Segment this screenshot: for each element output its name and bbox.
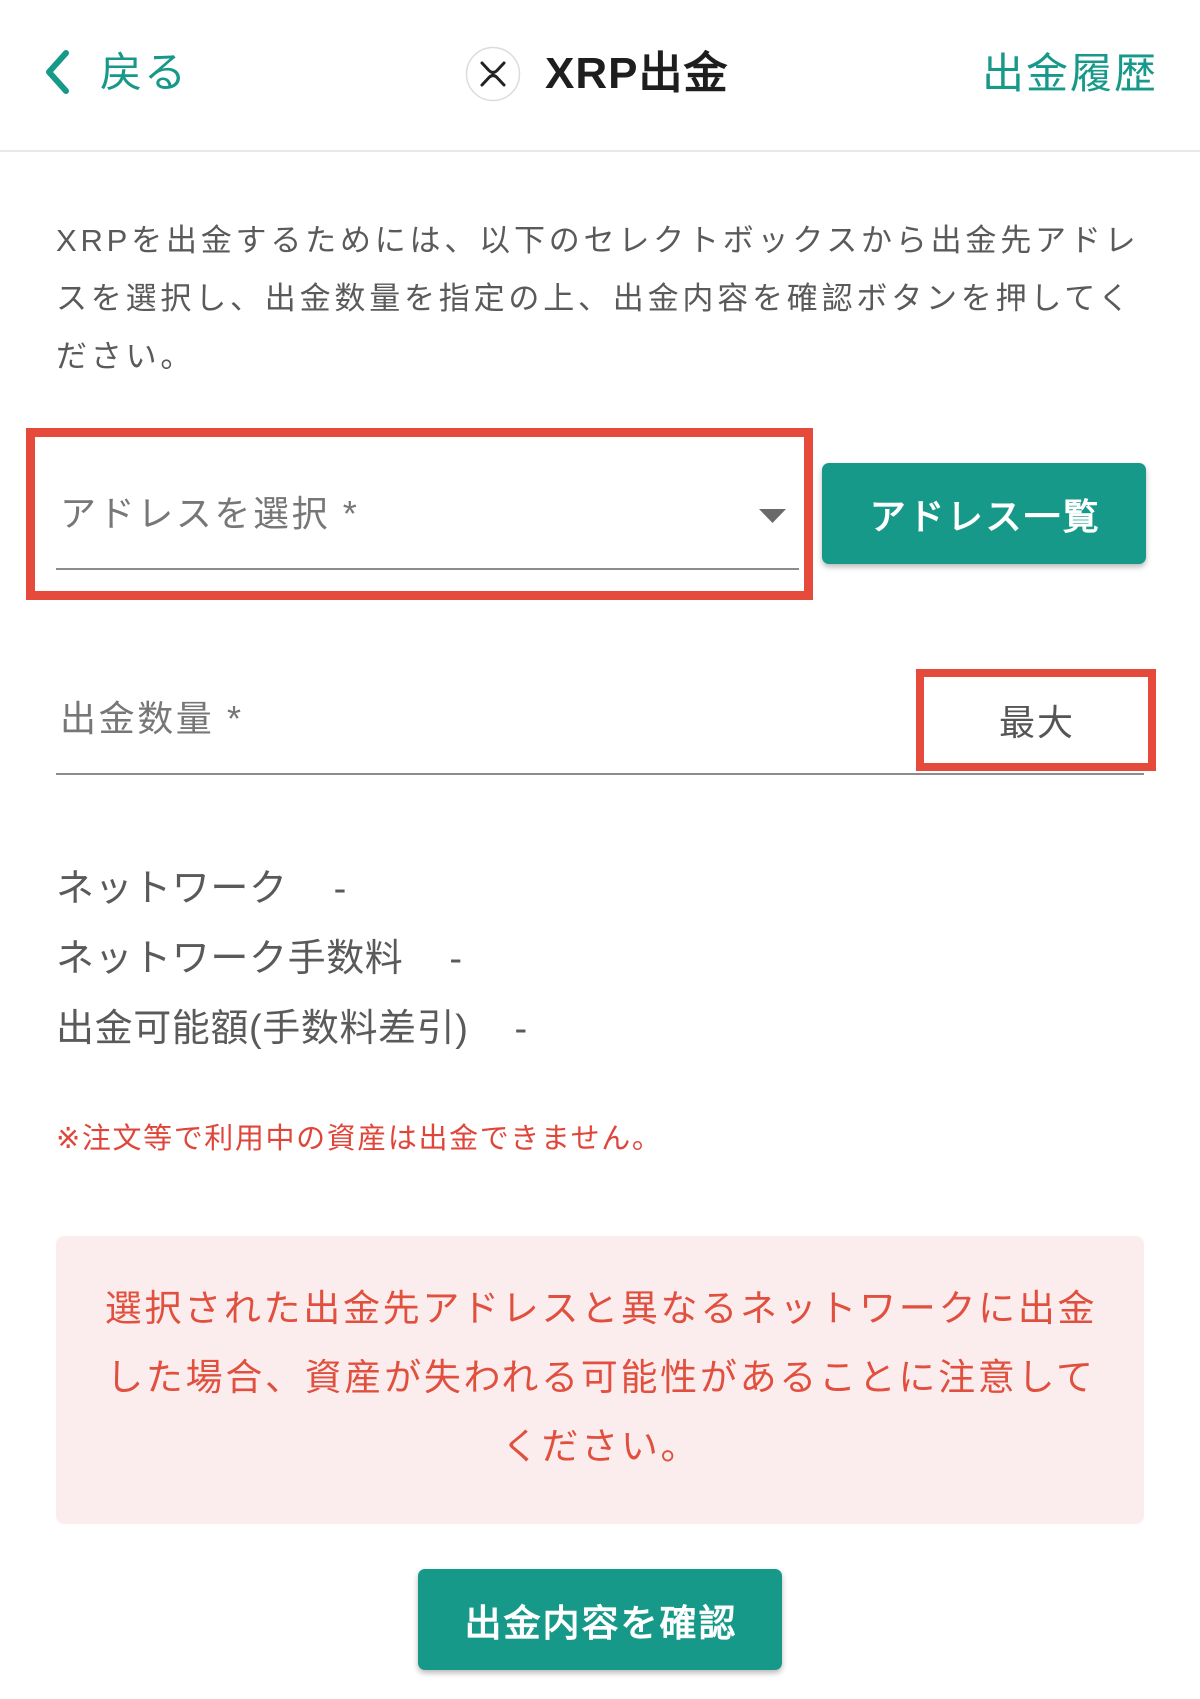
withdrawal-details: ネットワーク - ネットワーク手数料 - 出金可能額(手数料差引) - bbox=[56, 854, 1144, 1064]
address-select[interactable]: アドレスを選択 * bbox=[56, 478, 799, 570]
detail-label: ネットワーク手数料 bbox=[56, 938, 404, 980]
detail-label: 出金可能額(手数料差引) bbox=[56, 1008, 469, 1050]
intro-text: XRPを出金するためには、以下のセレクトボックスから出金先アドレスを選択し、出金… bbox=[56, 223, 1140, 374]
xrp-icon bbox=[465, 46, 521, 102]
detail-label: ネットワーク bbox=[56, 868, 288, 910]
detail-value: - bbox=[449, 938, 463, 980]
header-bar: 戻る XRP出金 出金履歴 bbox=[0, 0, 1200, 152]
detail-row-available-amount: 出金可能額(手数料差引) - bbox=[56, 994, 1144, 1064]
back-label: 戻る bbox=[100, 49, 189, 96]
detail-value: - bbox=[333, 868, 347, 910]
amount-field-placeholder: 出金数量 * bbox=[60, 698, 244, 739]
network-warning-box: 選択された出金先アドレスと異なるネットワークに出金した場合、資産が失われる可能性… bbox=[56, 1236, 1144, 1524]
network-warning-text: 選択された出金先アドレスと異なるネットワークに出金した場合、資産が失われる可能性… bbox=[104, 1288, 1098, 1467]
address-select-placeholder: アドレスを選択 * bbox=[60, 493, 360, 534]
page-title: XRP出金 bbox=[545, 49, 729, 98]
detail-row-network: ネットワーク - bbox=[56, 854, 1144, 924]
caret-down-icon bbox=[759, 509, 786, 523]
detail-row-network-fee: ネットワーク手数料 - bbox=[56, 924, 1144, 994]
address-list-button[interactable]: アドレス一覧 bbox=[822, 463, 1146, 564]
detail-value: - bbox=[514, 1008, 528, 1050]
back-button[interactable]: 戻る bbox=[36, 40, 206, 108]
confirm-withdrawal-button[interactable]: 出金内容を確認 bbox=[418, 1569, 782, 1670]
max-button[interactable]: 最大 bbox=[924, 677, 1148, 763]
withdrawal-history-link[interactable]: 出金履歴 bbox=[982, 44, 1158, 104]
chevron-left-icon bbox=[46, 50, 69, 94]
in-use-assets-notice: ※注文等で利用中の資産は出金できません。 bbox=[56, 1123, 663, 1155]
highlight-box-max: 最大 bbox=[916, 669, 1156, 771]
